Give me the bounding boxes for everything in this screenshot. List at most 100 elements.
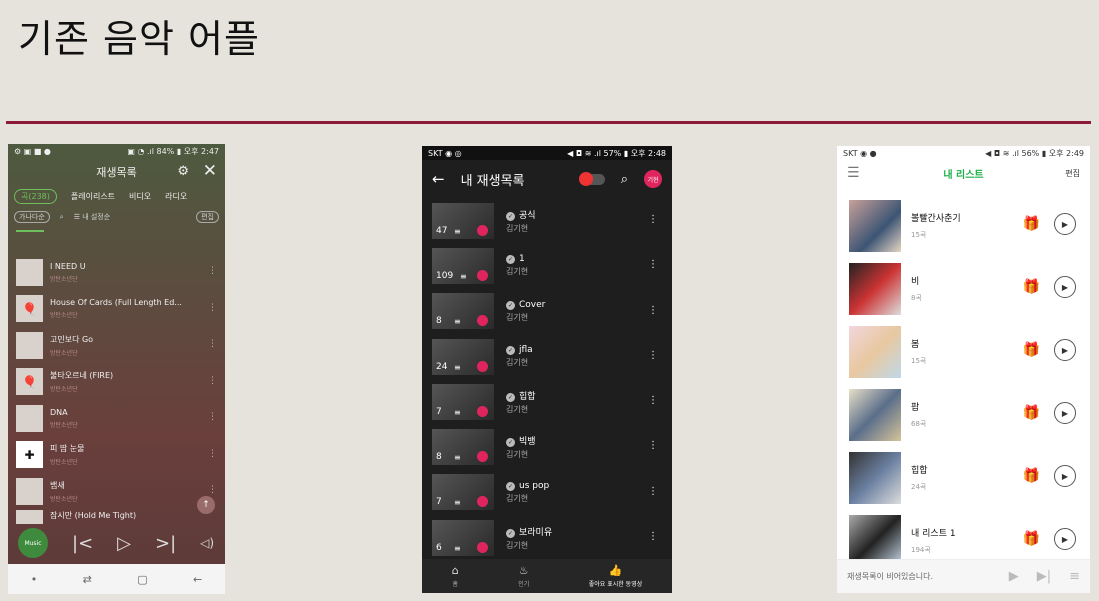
play-icon[interactable]: ▶ [1054,528,1076,550]
more-icon[interactable]: ⋮ [648,214,658,225]
list-item[interactable]: 팝 68곡 🎁 ▶ [837,383,1090,446]
more-icon[interactable]: ⋮ [208,376,217,386]
nav-home[interactable]: ⌂ 홈 [452,564,459,588]
tab-radio[interactable]: 라디오 [165,191,187,202]
more-icon[interactable]: ⋮ [648,531,658,542]
more-icon[interactable]: ⋮ [648,305,658,316]
list-item[interactable]: 47 ≡ ✓ 공식 김기현 ⋮ [422,198,672,243]
playlist-name: 1 [519,254,525,265]
tab-video[interactable]: 비디오 [129,191,151,202]
now-playing-art[interactable]: Music [18,528,48,558]
avatar-dot [477,451,488,463]
gift-icon[interactable]: 🎁 [1023,531,1040,547]
next-icon[interactable]: >| [155,533,176,554]
list-item[interactable]: 8 ≡ ✓ Cover 김기현 ⋮ [422,289,672,334]
list-item[interactable]: 뱁새 방탄소년단 ⋮ [8,473,225,510]
more-icon[interactable]: ⋮ [648,259,658,270]
home-icon: ⌂ [451,564,459,577]
list-item[interactable]: 7 ≡ ✓ 힙합 김기현 ⋮ [422,379,672,424]
song-title: House Of Cards (Full Length Ed... [50,298,182,308]
more-icon[interactable]: ⋮ [208,485,217,495]
avatar-dot [477,224,488,236]
song-title: 잠시만 (Hold Me Tight) [50,510,137,520]
list-name: 내 리스트 1 [911,529,956,539]
list-item[interactable]: 🎈 불타오르네 (FIRE) 방탄소년단 ⋮ [8,364,225,401]
search-icon[interactable]: ⌕ [60,213,64,222]
list-item[interactable]: 힙합 24곡 🎁 ▶ [837,446,1090,509]
list-item[interactable]: 고민보다 Go 방탄소년단 ⋮ [8,327,225,364]
list-item[interactable]: I NEED U 방탄소년단 ⋮ [8,254,225,291]
list-item[interactable]: DNA 방탄소년단 ⋮ [8,400,225,437]
playlist-thumbnail: 7 ≡ [432,474,494,511]
recents-icon[interactable]: ⇄ [83,573,92,586]
avatar[interactable]: 기현 [644,170,662,188]
song-title: I NEED U [50,261,86,271]
more-icon[interactable]: ⋮ [648,395,658,406]
sort-filter[interactable]: 가나다순 [14,211,50,223]
more-icon[interactable]: ⋮ [208,412,217,422]
more-icon[interactable]: ⋮ [648,440,658,451]
list-item[interactable]: 109 ≡ ✓ 1 김기현 ⋮ [422,243,672,288]
song-title: 피 땀 눈물 [50,444,85,454]
volume-icon[interactable]: ◁) [200,536,214,550]
back-icon[interactable]: ← [193,573,202,586]
album-art [16,404,43,432]
list-item[interactable]: 봄 15곡 🎁 ▶ [837,320,1090,383]
nav-liked-videos[interactable]: 👍 좋아요 표시한 동영상 [589,564,643,588]
more-icon[interactable]: ⋮ [648,350,658,361]
song-artist: 방탄소년단 [50,275,78,283]
gift-icon[interactable]: 🎁 [1023,342,1040,358]
mini-player: 재생목록이 비어있습니다. ▶ ▶| ≡ [837,559,1090,593]
tab-playlist[interactable]: 플레이리스트 [71,191,115,202]
my-settings-sort[interactable]: ☰ 내 설정순 [74,212,111,222]
play-icon[interactable]: ▶ [1054,276,1076,298]
list-item[interactable]: 🎈 House Of Cards (Full Length Ed... 방탄소년단 ⋮ [8,291,225,328]
play-icon[interactable]: ▶ [1054,213,1076,235]
list-item[interactable]: 7 ≡ ✓ us pop 김기현 ⋮ [422,470,672,515]
list-item[interactable]: 24 ≡ ✓ jfla 김기현 ⋮ [422,334,672,379]
gear-icon[interactable]: ⚙ [177,164,189,179]
home-icon[interactable]: ▢ [137,573,147,586]
list-item[interactable]: 8 ≡ ✓ 빅뱅 김기현 ⋮ [422,424,672,469]
tab-songs[interactable]: 곡(238) [14,188,57,204]
play-icon[interactable]: ▷ [117,533,131,554]
list-item[interactable]: 6 ≡ ✓ 보라미유 김기현 ⋮ [422,515,672,560]
song-artist: 방탄소년단 [50,459,78,467]
list-item[interactable]: 비 8곡 🎁 ▶ [837,257,1090,320]
nav-trending[interactable]: ♨ 인기 [518,564,529,588]
gift-icon[interactable]: 🎁 [1023,468,1040,484]
list-item[interactable]: 볼빨간사춘기 15곡 🎁 ▶ [837,194,1090,257]
play-icon[interactable]: ▶ [1054,402,1076,424]
play-icon[interactable]: ▶ [1054,465,1076,487]
more-icon[interactable]: ⋮ [208,303,217,313]
song-count: 68곡 [911,420,927,428]
avatar-dot [477,360,488,372]
page-title: 재생목록 [96,166,137,179]
queue-icon[interactable]: ≡ [1069,569,1080,584]
mini-player: Music |< ▷ >| ◁) [8,522,225,564]
headphone-toggle[interactable] [578,171,605,186]
list-name: 볼빨간사춘기 [911,214,961,224]
previous-icon[interactable]: |< [72,533,93,554]
more-icon[interactable]: ⋮ [208,449,217,459]
dot-icon[interactable]: • [31,573,38,586]
status-right: ▣ ◔ .ıl 84% ▮ 오후 2:47 [127,146,219,156]
more-icon[interactable]: ⋮ [648,486,658,497]
more-icon[interactable]: ⋮ [208,339,217,349]
list-item[interactable]: ✚ 피 땀 눈물 방탄소년단 ⋮ [8,437,225,474]
gift-icon[interactable]: 🎁 [1023,216,1040,232]
more-icon[interactable]: ⋮ [208,266,217,276]
status-left: ⚙ ▣ ■ ● [14,146,51,156]
play-icon[interactable]: ▶ [1054,339,1076,361]
scroll-top-icon[interactable]: ↑ [197,496,215,514]
gift-icon[interactable]: 🎁 [1023,405,1040,421]
check-icon: ✓ [506,392,515,402]
edit-button[interactable]: 편집 [196,211,219,223]
search-icon[interactable]: ⌕ [621,172,628,187]
next-icon[interactable]: ▶| [1037,569,1051,584]
play-icon[interactable]: ▶ [1009,569,1019,584]
close-icon[interactable]: ✕ [203,161,217,181]
my-list: 볼빨간사춘기 15곡 🎁 ▶ 비 8곡 🎁 ▶ 봄 15곡 🎁 ▶ 팝 68곡 🎁 ▶ 힙합 24곡 🎁 ▶ … [837,194,1090,572]
gift-icon[interactable]: 🎁 [1023,279,1040,295]
back-arrow-icon[interactable]: ← [432,170,445,188]
